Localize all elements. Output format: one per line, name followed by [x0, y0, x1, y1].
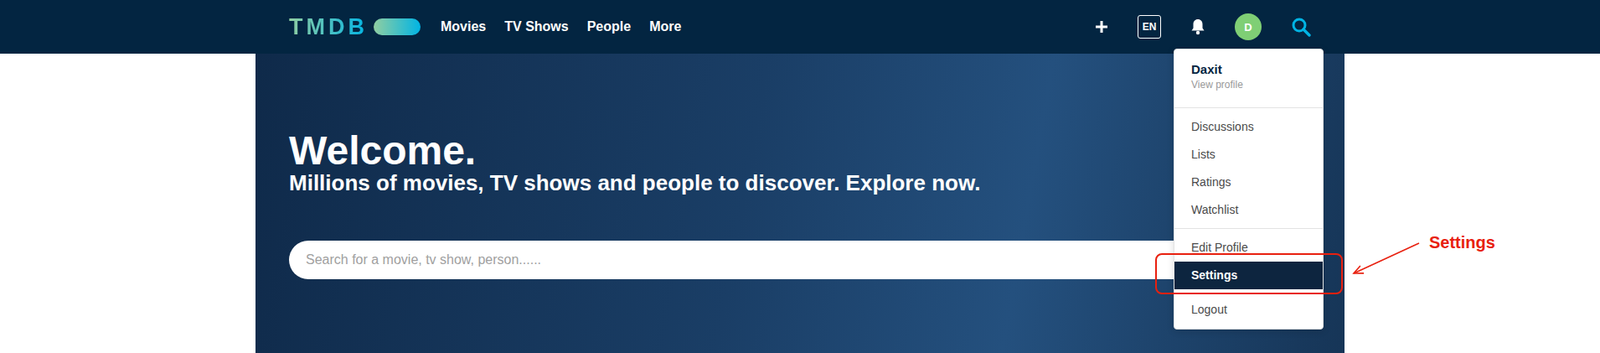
nav-item[interactable]: TV Shows — [504, 19, 568, 35]
bell-icon[interactable] — [1190, 18, 1206, 36]
user-menu: DaxitView profileDiscussionsListsRatings… — [1173, 48, 1324, 330]
hero-subtitle: Millions of movies, TV shows and people … — [289, 170, 1311, 197]
top-bar: TMDB Movies TV Shows People More EN D — [0, 0, 1600, 54]
logo-text: TMDB — [289, 14, 368, 41]
menu-profile[interactable]: DaxitView profile — [1174, 49, 1323, 104]
menu-item[interactable]: Settings — [1174, 261, 1323, 290]
main-nav: Movies TV Shows People More — [440, 19, 682, 35]
nav-item[interactable]: People — [587, 19, 631, 35]
menu-item[interactable]: Lists — [1174, 140, 1323, 169]
menu-item[interactable]: Ratings — [1174, 168, 1323, 197]
view-profile-link[interactable]: View profile — [1191, 77, 1306, 92]
annotation-box — [1155, 252, 1343, 295]
menu-item[interactable]: Edit Profile — [1174, 233, 1323, 262]
menu-item[interactable]: Watchlist — [1174, 196, 1323, 224]
annotation-arrow-icon — [1345, 236, 1430, 279]
header-actions: EN D — [1094, 13, 1311, 41]
search-icon[interactable] — [1290, 16, 1311, 37]
menu-group: DiscussionsListsRatingsWatchlist — [1174, 107, 1323, 224]
avatar-button[interactable]: D — [1234, 13, 1262, 41]
hero-title: Welcome. — [289, 130, 1311, 171]
logo-pill-icon — [373, 18, 421, 36]
user-name: Daxit — [1191, 61, 1306, 78]
page: TMDBMoviesTV ShowsPeopleMoreENDWelcome.M… — [0, 0, 1600, 353]
plus-icon[interactable] — [1094, 20, 1109, 34]
menu-group: Logout — [1174, 295, 1323, 324]
search-input[interactable] — [289, 240, 1311, 279]
menu-item[interactable]: Discussions — [1174, 113, 1323, 141]
menu-item[interactable]: Logout — [1174, 295, 1323, 324]
nav-item[interactable]: Movies — [440, 19, 486, 35]
logo[interactable]: TMDB — [289, 14, 421, 41]
annotation-label: Settings — [1429, 232, 1496, 253]
language-button[interactable]: EN — [1137, 15, 1162, 39]
menu-group: Edit ProfileSettings — [1174, 227, 1323, 290]
nav-item[interactable]: More — [649, 19, 682, 35]
